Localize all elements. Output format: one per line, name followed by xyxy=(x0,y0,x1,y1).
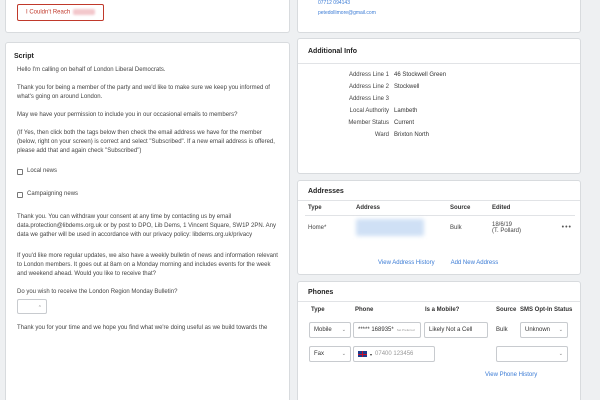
info-row: Ward Brixton North xyxy=(298,129,580,141)
script-para-8: Thank you for your time and we hope you … xyxy=(17,325,268,331)
info-value: Current xyxy=(394,120,415,126)
info-row: Member Status Current xyxy=(298,117,580,129)
sms-optin-select[interactable]: Unknown ⌄ xyxy=(520,322,568,338)
script-para-1: Hello I'm calling on behalf of London Li… xyxy=(17,67,166,73)
info-key: Address Line 1 xyxy=(348,72,389,78)
phone-type-select[interactable]: Mobile ⌄ xyxy=(309,322,351,338)
contact-email[interactable]: petedollimore@gmail.com xyxy=(318,10,376,16)
header-type: Type xyxy=(308,205,322,211)
info-key: Local Authority xyxy=(349,108,389,114)
checkbox-local-label: Local news xyxy=(27,168,58,174)
header-edited: Edited xyxy=(492,205,511,211)
contact-phone: 07712 094143 xyxy=(318,0,350,6)
additional-info-panel: Additional Info Address Line 1 46 Stockwe… xyxy=(297,38,581,174)
additional-info-title: Additional Info xyxy=(308,48,357,55)
address-source: Bulk xyxy=(450,224,462,231)
checkbox-local-news[interactable]: Local news xyxy=(17,167,278,176)
couldnt-reach-button[interactable]: I Couldn't Reach xyxy=(17,4,105,21)
info-value: Brixton North xyxy=(394,132,430,138)
address-edited: 18/6/19 (T. Pollard) xyxy=(489,216,559,240)
table-row[interactable]: Home* Bulk 18/6/19 (T. Pollard) ••• xyxy=(305,215,575,240)
info-row: Address Line 2 Stockwell xyxy=(298,81,580,93)
info-key: Ward xyxy=(374,132,389,138)
addresses-panel: Addresses Type Address Source Edited Hom… xyxy=(297,180,581,275)
script-title: Script xyxy=(14,53,34,60)
checkbox-icon[interactable] xyxy=(17,191,23,198)
address-value xyxy=(353,216,447,240)
is-mobile-select[interactable]: Likely Not a Cell xyxy=(424,322,488,338)
checkbox-campaigning-news[interactable]: Campaigning news xyxy=(17,190,278,199)
fax-placeholder: 07400 123456 xyxy=(375,351,414,357)
couldnt-reach-label: I Couldn't Reach xyxy=(26,9,71,16)
checkbox-campaigning-label: Campaigning news xyxy=(27,191,79,197)
phone-number-value: ***** 168935* xyxy=(358,327,394,333)
header-address: Address xyxy=(356,205,381,211)
addresses-header-row: Type Address Source Edited xyxy=(305,201,575,216)
info-row: Address Line 1 46 Stockwell Green xyxy=(298,69,580,81)
script-para-2: Thank you for being a member of the part… xyxy=(17,85,270,100)
info-key: Member Status xyxy=(348,120,389,126)
redacted-name xyxy=(73,9,96,15)
edited-by: (T. Pollard) xyxy=(492,227,522,234)
script-para-4: (If Yes, then click both the tags below … xyxy=(17,130,275,154)
fax-type-value: Fax xyxy=(314,351,325,357)
header-mobile: Is a Mobile? xyxy=(425,307,460,313)
script-para-6: If you'd like more regular updates, we a… xyxy=(17,253,278,277)
info-value: Stockwell xyxy=(394,84,420,90)
chevron-down-icon: ▾ xyxy=(370,351,373,357)
script-panel: Script Hello I'm calling on behalf of Lo… xyxy=(5,42,290,400)
chevron-down-icon: ⌃ xyxy=(37,305,42,311)
info-rows: Address Line 1 46 Stockwell Green Address … xyxy=(298,64,580,141)
sms-optin-value: Unknown xyxy=(525,327,551,333)
top-left-panel: I Couldn't Reach xyxy=(5,0,290,33)
phone-type-value: Mobile xyxy=(314,327,332,333)
header-sms: SMS Opt-In Status xyxy=(520,307,573,313)
script-para-3: May we have your permission to include y… xyxy=(17,112,238,118)
is-mobile-value: Likely Not a Cell xyxy=(429,327,473,333)
chevron-down-icon: ⌄ xyxy=(558,351,563,357)
info-row: Address Line 3 xyxy=(298,93,580,105)
row-menu-icon[interactable]: ••• xyxy=(559,216,575,240)
script-para-7: Do you wish to receive the London Region… xyxy=(17,289,178,295)
chevron-down-icon: ⌄ xyxy=(341,327,346,333)
addresses-title: Addresses xyxy=(308,188,344,195)
phone-number-field[interactable]: ***** 168935* Set Preferred xyxy=(353,322,421,338)
script-body: Hello I'm calling on behalf of London Li… xyxy=(6,66,289,333)
header-phone: Phone xyxy=(355,307,374,313)
chevron-down-icon: ⌄ xyxy=(558,327,563,333)
info-key: Address Line 2 xyxy=(348,84,389,90)
phones-title: Phones xyxy=(308,289,334,296)
uk-flag-icon xyxy=(358,351,367,357)
header-source: Source xyxy=(450,205,471,211)
addresses-table: Type Address Source Edited Home* Bulk 18… xyxy=(305,201,575,239)
info-row: Local Authority Lambeth xyxy=(298,105,580,117)
phone-source: Bulk xyxy=(496,327,508,333)
info-value: 46 Stockwell Green xyxy=(394,72,447,78)
phones-panel: Phones Type Phone Is a Mobile? Source SM… xyxy=(297,281,581,400)
add-new-address-link[interactable]: Add New Address xyxy=(451,260,499,266)
fax-number-field[interactable]: ▾ 07400 123456 xyxy=(353,346,435,362)
fax-type-select[interactable]: Fax ⌄ xyxy=(309,346,351,362)
info-key: Address Line 3 xyxy=(348,96,389,102)
view-address-history-link[interactable]: View Address History xyxy=(378,260,435,266)
address-type: Home* xyxy=(308,224,327,231)
phone-note: Set Preferred xyxy=(396,328,415,332)
header-source: Source xyxy=(496,307,517,313)
bulletin-select[interactable]: ⌃ xyxy=(17,299,47,314)
fax-sms-select[interactable]: ⌄ xyxy=(496,346,568,362)
info-value: Lambeth xyxy=(394,108,418,114)
top-right-panel: 07712 094143 petedollimore@gmail.com xyxy=(297,0,581,33)
header-type: Type xyxy=(311,307,325,313)
chevron-down-icon: ⌄ xyxy=(341,351,346,357)
checkbox-icon[interactable] xyxy=(17,168,23,175)
view-phone-history-link[interactable]: View Phone History xyxy=(485,372,537,378)
script-para-5: Thank you. You can withdraw your consent… xyxy=(17,214,276,238)
